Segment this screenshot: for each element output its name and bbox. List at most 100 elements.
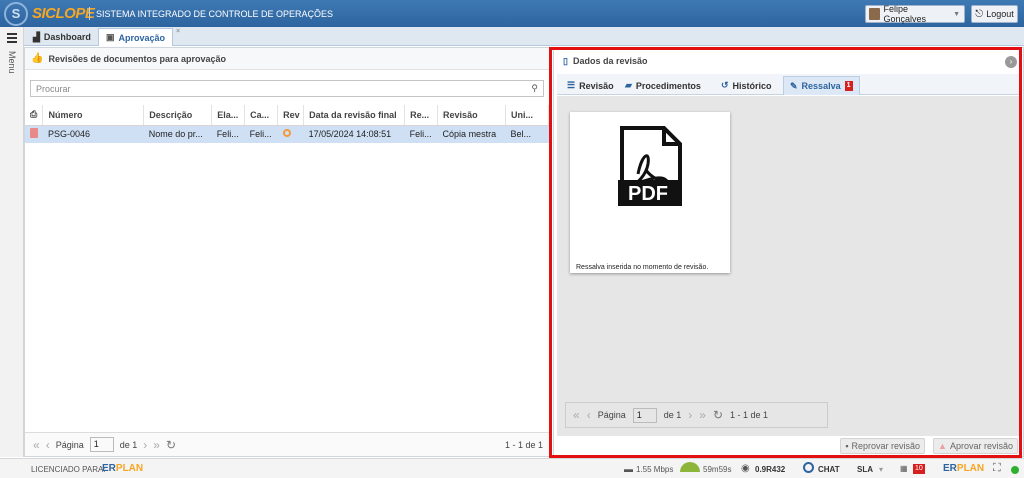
- close-tab-icon[interactable]: ×: [176, 28, 180, 35]
- session-time: 59m59s: [703, 465, 732, 474]
- last-page-icon[interactable]: »: [153, 438, 160, 452]
- hamburger-icon[interactable]: [7, 33, 17, 45]
- logout-button[interactable]: ⎋ Logout: [971, 5, 1018, 23]
- column-header[interactable]: Ela...: [211, 105, 246, 126]
- approve-revision-button[interactable]: ▲ Aprovar revisão: [933, 438, 1018, 454]
- thumbs-up-icon: ▲: [938, 441, 947, 451]
- cell-elaborador: Feli...: [211, 125, 245, 143]
- prev-page-icon[interactable]: ‹: [587, 408, 591, 422]
- siclope-logo-icon: S: [4, 2, 28, 26]
- fullscreen-icon[interactable]: ⛶: [993, 462, 1001, 475]
- tab-historico[interactable]: ↺ Histórico: [715, 76, 778, 95]
- collapse-panel-icon[interactable]: ›: [1005, 56, 1017, 68]
- attachments-pager: « ‹ Página 1 de 1 › » ↻ 1 - 1 de 1: [565, 402, 828, 428]
- revision-details-header: ▯ Dados da revisão: [554, 48, 1023, 74]
- status-bar: LICENCIADO PARA: ERPLAN ▬ 1.55 Mbps 59m5…: [0, 458, 1024, 478]
- page-number-input[interactable]: 1: [89, 437, 114, 452]
- revisions-pager: « ‹ Página 1 de 1 › » ↻ 1 - 1 de 1: [25, 432, 549, 456]
- chat-icon[interactable]: [803, 462, 814, 473]
- logout-label: Logout: [986, 9, 1014, 19]
- user-name: Felipe Gonçalves: [883, 4, 927, 24]
- header-divider: [89, 7, 90, 20]
- cell-re: Feli...: [404, 125, 438, 143]
- next-page-icon[interactable]: ›: [143, 438, 147, 452]
- tab-dashboard[interactable]: ▟ Dashboard: [26, 28, 98, 46]
- search-placeholder: Procurar: [36, 83, 71, 94]
- cell-unidade: Bel...: [505, 125, 549, 143]
- last-page-icon[interactable]: »: [699, 408, 706, 422]
- page-number-input[interactable]: 1: [632, 407, 657, 423]
- column-header[interactable]: Revisão: [437, 105, 506, 126]
- table-row[interactable]: PSG-0046 Nome do pr... Feli... Feli... 1…: [25, 125, 549, 143]
- revisions-panel: 👍 Revisões de documentos para aprovação …: [24, 47, 550, 457]
- tab-dashboard-label: Dashboard: [43, 32, 91, 42]
- attachment-caption: Ressalva inserida no momento de revisão.: [576, 264, 709, 271]
- tab-ressalva[interactable]: ✎ Ressalva 1: [783, 76, 860, 95]
- column-header[interactable]: Uni...: [505, 105, 549, 126]
- notif-count: 10: [913, 464, 925, 474]
- revision-details-panel: ▯ Dados da revisão › ☰ Revisão ▰ Procedi…: [553, 47, 1024, 457]
- column-header[interactable]: Ca...: [244, 105, 279, 126]
- online-status-icon: [1011, 466, 1019, 474]
- pdf-icon-label: PDF: [628, 183, 668, 205]
- approval-icon: ▣: [106, 32, 115, 42]
- prev-page-icon[interactable]: ‹: [46, 438, 50, 452]
- sla-label[interactable]: SLA: [857, 465, 873, 474]
- chat-label[interactable]: CHAT: [818, 465, 840, 474]
- pdf-file-icon: [25, 125, 43, 143]
- revisions-panel-header: 👍 Revisões de documentos para aprovação: [25, 48, 549, 70]
- notifications-badge[interactable]: 10: [913, 463, 925, 474]
- thumbs-up-icon: 👍: [31, 53, 44, 64]
- tab-historico-label: Histórico: [732, 80, 772, 91]
- revision-tabs: ☰ Revisão ▰ Procedimentos ↺ Histórico ✎ …: [557, 74, 1022, 95]
- menu-label[interactable]: Menu: [7, 51, 17, 74]
- erp-brand-a-right: ER: [943, 463, 957, 474]
- tab-revisao[interactable]: ☰ Revisão: [561, 76, 620, 95]
- column-header[interactable]: Número: [42, 105, 145, 126]
- sla-dropdown-icon[interactable]: ▾: [879, 465, 883, 474]
- first-page-icon[interactable]: «: [33, 438, 40, 452]
- side-menu: Menu: [0, 27, 24, 457]
- network-icon: ▬: [624, 464, 633, 474]
- column-header[interactable]: Data da revisão final: [303, 105, 406, 126]
- main-tabs: ▟ Dashboard ▣ Aprovação ×: [24, 27, 1024, 46]
- app-logo-text: SICLOPE: [32, 5, 95, 22]
- revision-status-icon: [277, 125, 304, 143]
- search-icon[interactable]: ⚲: [531, 83, 538, 94]
- reject-revision-button[interactable]: ▪ Reprovar revisão: [840, 438, 926, 454]
- tab-procedimentos[interactable]: ▰ Procedimentos: [619, 76, 707, 95]
- document-icon: ▯: [563, 55, 568, 66]
- revision-details-title: Dados da revisão: [572, 56, 648, 66]
- network-speed: 1.55 Mbps: [636, 465, 674, 474]
- refresh-icon[interactable]: ↻: [166, 438, 176, 452]
- erplan-logo: ERPLAN: [102, 463, 143, 474]
- attachment-icon: ✎: [790, 80, 798, 91]
- first-page-icon[interactable]: «: [573, 408, 580, 422]
- licensed-label: LICENCIADO PARA:: [31, 465, 106, 474]
- approve-label: Aprovar revisão: [949, 441, 1013, 451]
- search-input[interactable]: Procurar ⚲: [30, 80, 544, 97]
- pdf-file-icon: PDF: [618, 126, 682, 206]
- bar-chart-icon: ▟: [33, 31, 40, 42]
- calendar-icon[interactable]: ▦: [900, 464, 908, 473]
- page-count: 1 - 1 de 1: [730, 410, 769, 420]
- revisions-panel-title: Revisões de documentos para aprovação: [48, 53, 227, 64]
- cell-data: 17/05/2024 14:08:51: [303, 125, 405, 143]
- user-menu-button[interactable]: Felipe Gonçalves ▼: [865, 4, 965, 24]
- column-header[interactable]: Re...: [404, 105, 439, 126]
- erp-brand-b-right: PLAN: [956, 463, 985, 474]
- page-of-label: de 1: [119, 439, 138, 450]
- tab-revisao-label: Revisão: [579, 80, 614, 91]
- history-icon: ↺: [721, 80, 729, 90]
- refresh-icon[interactable]: ↻: [713, 408, 723, 422]
- page-label: Página: [55, 439, 84, 450]
- folder-icon: ▰: [625, 80, 632, 90]
- cell-numero: PSG-0046: [42, 125, 144, 143]
- attachment-card[interactable]: PDF Ressalva inserida no momento de revi…: [570, 112, 730, 273]
- column-header[interactable]: Descrição: [143, 105, 213, 126]
- next-page-icon[interactable]: ›: [688, 408, 692, 422]
- column-header[interactable]: Rev: [277, 105, 305, 126]
- page-of-label: de 1: [663, 410, 682, 420]
- cell-revisao: Cópia mestra: [437, 125, 506, 143]
- tab-aprovacao[interactable]: ▣ Aprovação ×: [98, 28, 180, 46]
